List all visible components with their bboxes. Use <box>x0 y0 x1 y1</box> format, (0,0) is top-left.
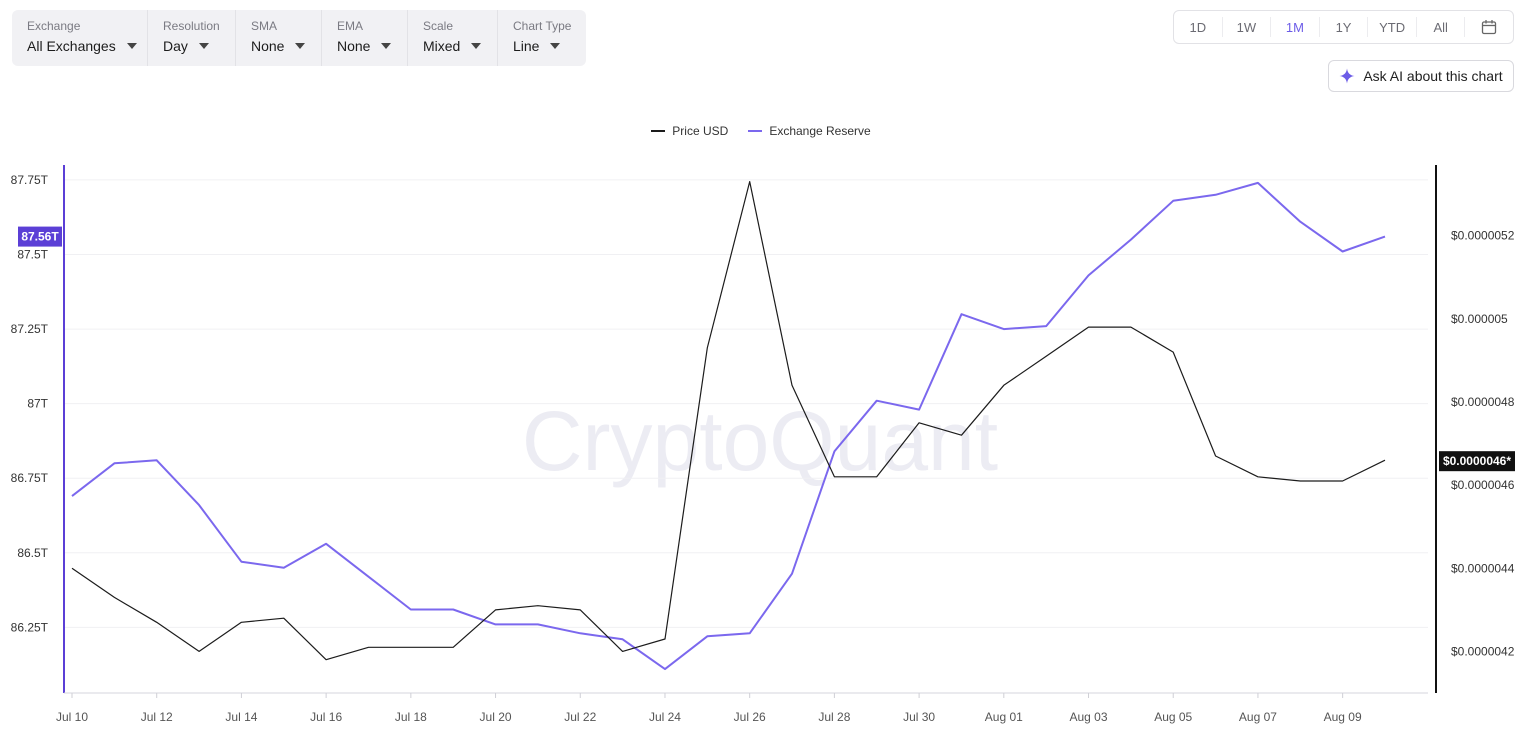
left-axis-tick-label: 86.25T <box>11 620 49 634</box>
x-axis-tick-label: Jul 18 <box>395 710 427 724</box>
right-axis-tick-label: $0.0000044 <box>1451 561 1515 575</box>
left-axis-tick-label: 87.25T <box>11 322 49 336</box>
x-axis-tick-label: Jul 28 <box>818 710 850 724</box>
right-axis-tick-label: $0.0000052 <box>1451 229 1515 243</box>
x-axis-tick-label: Jul 30 <box>903 710 935 724</box>
x-axis-tick-label: Aug 05 <box>1154 710 1192 724</box>
left-axis-tick-label: 86.75T <box>11 471 49 485</box>
right-axis-tick-label: $0.0000048 <box>1451 395 1515 409</box>
right-axis-tick-label: $0.000005 <box>1451 312 1508 326</box>
x-axis-tick-label: Aug 07 <box>1239 710 1277 724</box>
right-axis-tick-label: $0.0000046 <box>1451 478 1515 492</box>
x-axis-tick-label: Aug 09 <box>1324 710 1362 724</box>
right-axis-tick-label: $0.0000042 <box>1451 644 1515 658</box>
x-axis-tick-label: Jul 20 <box>480 710 512 724</box>
x-axis-tick-label: Jul 16 <box>310 710 342 724</box>
chart-plot: CryptoQuant 87.75T 87.5T 87.25T 87T 86.75T 86… <box>11 165 1515 724</box>
x-axis-tick-label: Jul 10 <box>56 710 88 724</box>
left-axis-tick-label: 87T <box>27 397 48 411</box>
watermark: CryptoQuant <box>522 394 998 488</box>
x-axis-tick-label: Jul 22 <box>564 710 596 724</box>
left-current-value-label: 87.56T <box>21 230 59 244</box>
left-axis-tick-label: 87.75T <box>11 173 49 187</box>
x-axis-tick-label: Jul 14 <box>225 710 257 724</box>
x-axis-tick-label: Aug 03 <box>1069 710 1107 724</box>
left-axis-tick-label: 86.5T <box>17 546 48 560</box>
x-axis-tick-label: Jul 12 <box>141 710 173 724</box>
x-axis-tick-label: Aug 01 <box>985 710 1023 724</box>
grid-lines <box>64 179 1428 628</box>
x-axis-tick-label: Jul 26 <box>734 710 766 724</box>
left-axis-tick-label: 87.5T <box>17 247 48 261</box>
right-current-value-label: $0.0000046* <box>1443 454 1511 468</box>
x-axis-tick-label: Jul 24 <box>649 710 681 724</box>
